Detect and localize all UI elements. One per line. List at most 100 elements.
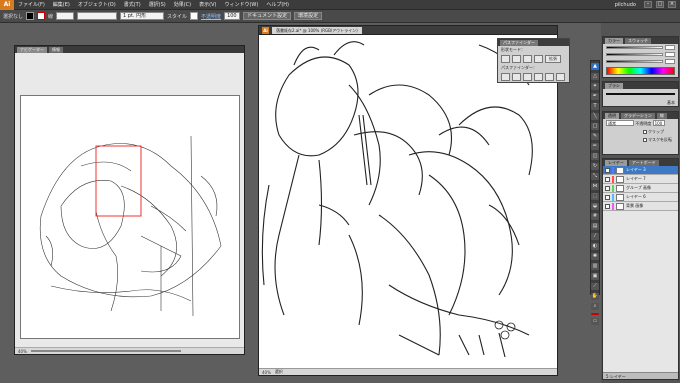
stroke-swatch[interactable]: [37, 12, 46, 20]
tab-transparency[interactable]: 透明: [605, 112, 619, 119]
visibility-eye-icon[interactable]: [605, 167, 610, 173]
visibility-eye-icon[interactable]: [605, 203, 610, 209]
document-status-text[interactable]: 選択: [275, 369, 283, 375]
screen-mode-icon[interactable]: ▭: [591, 318, 599, 325]
visibility-eye-icon[interactable]: [605, 176, 610, 182]
tab-stroke[interactable]: 線: [656, 112, 667, 119]
tab-pathfinder[interactable]: パスファインダー: [500, 39, 538, 46]
layer-row[interactable]: レイヤー 3: [603, 166, 678, 175]
menu-help[interactable]: ヘルプ(H): [262, 1, 293, 8]
opacity-input[interactable]: 100: [652, 120, 665, 126]
preferences-button[interactable]: 環境設定: [294, 12, 323, 20]
symbol-sprayer-tool-icon[interactable]: ✺: [591, 253, 599, 260]
blend-tool-icon[interactable]: ◐: [591, 243, 599, 250]
visibility-eye-icon[interactable]: [605, 194, 610, 200]
eraser-tool-icon[interactable]: ◫: [591, 153, 599, 160]
divide-icon[interactable]: [501, 73, 510, 81]
scale-tool-icon[interactable]: ⤡: [591, 173, 599, 180]
expand-button[interactable]: 拡張: [545, 55, 561, 63]
slider-track[interactable]: [606, 46, 663, 49]
tab-brushes[interactable]: ブラシ: [605, 82, 623, 89]
menu-type[interactable]: 書式(T): [120, 1, 145, 8]
slider-track[interactable]: [606, 60, 663, 63]
opacity-link[interactable]: 不透明度: [201, 13, 221, 20]
layer-row[interactable]: 背景 画像: [603, 202, 678, 211]
minus-front-icon[interactable]: [512, 55, 521, 63]
slider-value[interactable]: [665, 45, 675, 50]
color-slider-b[interactable]: [603, 58, 678, 65]
width-tool-icon[interactable]: ⋈: [591, 183, 599, 190]
slider-track[interactable]: [606, 53, 663, 56]
menu-object[interactable]: オブジェクト(O): [74, 1, 120, 8]
document-tab[interactable]: 落書既存2.ai* @ 100% (RGB/アウトライン): [272, 26, 362, 34]
rectangle-tool-icon[interactable]: □: [591, 123, 599, 130]
maximize-button[interactable]: □: [656, 1, 664, 8]
navigator-zoom-value[interactable]: 40%: [18, 349, 27, 354]
slider-value[interactable]: [665, 59, 675, 64]
shape-builder-tool-icon[interactable]: ◒: [591, 203, 599, 210]
slider-value[interactable]: [665, 52, 675, 57]
document-zoom[interactable]: 40%: [262, 370, 271, 375]
close-button[interactable]: ×: [668, 1, 676, 8]
menu-edit[interactable]: 編集(E): [49, 1, 74, 8]
pencil-tool-icon[interactable]: ✏: [591, 143, 599, 150]
color-slider-r[interactable]: [603, 44, 678, 51]
color-slider-g[interactable]: [603, 51, 678, 58]
exclude-icon[interactable]: [534, 55, 543, 63]
visibility-eye-icon[interactable]: [605, 185, 610, 191]
paintbrush-tool-icon[interactable]: ✎: [591, 133, 599, 140]
menu-file[interactable]: ファイル(F): [14, 1, 49, 8]
tab-gradient[interactable]: グラデーション: [621, 112, 655, 119]
outline-icon[interactable]: [545, 73, 554, 81]
tab-color[interactable]: カラー: [605, 37, 623, 44]
eyedropper-tool-icon[interactable]: ⁄: [591, 233, 599, 240]
selection-tool-icon[interactable]: ▲: [591, 63, 599, 70]
direct-select-tool-icon[interactable]: △: [591, 73, 599, 80]
crop-icon[interactable]: [534, 73, 543, 81]
merge-icon[interactable]: [523, 73, 532, 81]
invert-mask-checkbox[interactable]: [643, 138, 647, 142]
blend-mode-select[interactable]: 通常: [606, 120, 634, 126]
layer-row[interactable]: レイヤー 6: [603, 193, 678, 202]
opacity-field[interactable]: 100: [224, 12, 241, 20]
tab-navigator[interactable]: ナビゲーター: [17, 46, 47, 53]
tab-swatches[interactable]: スウォッチ: [625, 37, 651, 44]
minimize-button[interactable]: –: [644, 1, 652, 8]
tab-artboards[interactable]: アートボード: [628, 159, 659, 166]
graph-tool-icon[interactable]: ▥: [591, 263, 599, 270]
magic-wand-tool-icon[interactable]: ✦: [591, 83, 599, 90]
layer-row[interactable]: グループ 画像: [603, 184, 678, 193]
zoom-slider[interactable]: [30, 350, 181, 352]
document-setup-button[interactable]: ドキュメント設定: [243, 12, 292, 20]
fill-swatch[interactable]: [26, 12, 35, 20]
line-tool-icon[interactable]: ╲: [591, 113, 599, 120]
tab-info[interactable]: 情報: [49, 46, 63, 53]
trim-icon[interactable]: [512, 73, 521, 81]
unite-icon[interactable]: [501, 55, 510, 63]
graphic-style-swatch[interactable]: [190, 12, 199, 20]
clip-checkbox[interactable]: [643, 130, 647, 134]
fill-stroke-icon[interactable]: [591, 313, 599, 315]
rotate-tool-icon[interactable]: ↻: [591, 163, 599, 170]
stroke-weight-field[interactable]: [56, 12, 75, 20]
intersect-icon[interactable]: [523, 55, 532, 63]
menu-view[interactable]: 表示(V): [195, 1, 220, 8]
slice-tool-icon[interactable]: ⟋: [591, 283, 599, 290]
hand-tool-icon[interactable]: ✋: [591, 293, 599, 300]
minus-back-icon[interactable]: [556, 73, 565, 81]
free-transform-tool-icon[interactable]: ⬚: [591, 193, 599, 200]
menu-effect[interactable]: 効果(C): [170, 1, 195, 8]
brush-definition-field[interactable]: 1 pt. 円形: [120, 12, 165, 20]
brush-stroke-preview[interactable]: [606, 93, 675, 95]
zoom-tool-icon[interactable]: ⌕: [591, 303, 599, 310]
type-tool-icon[interactable]: T: [591, 103, 599, 110]
navigator-preview[interactable]: [20, 95, 240, 339]
artboard-tool-icon[interactable]: ▣: [591, 273, 599, 280]
menu-window[interactable]: ウィンドウ(W): [220, 1, 262, 8]
menu-select[interactable]: 選択(S): [145, 1, 170, 8]
mesh-tool-icon[interactable]: #: [591, 213, 599, 220]
pen-tool-icon[interactable]: ✒: [591, 93, 599, 100]
tab-layers[interactable]: レイヤー: [605, 159, 627, 166]
color-spectrum[interactable]: [606, 67, 675, 75]
variable-width-field[interactable]: [77, 12, 118, 20]
